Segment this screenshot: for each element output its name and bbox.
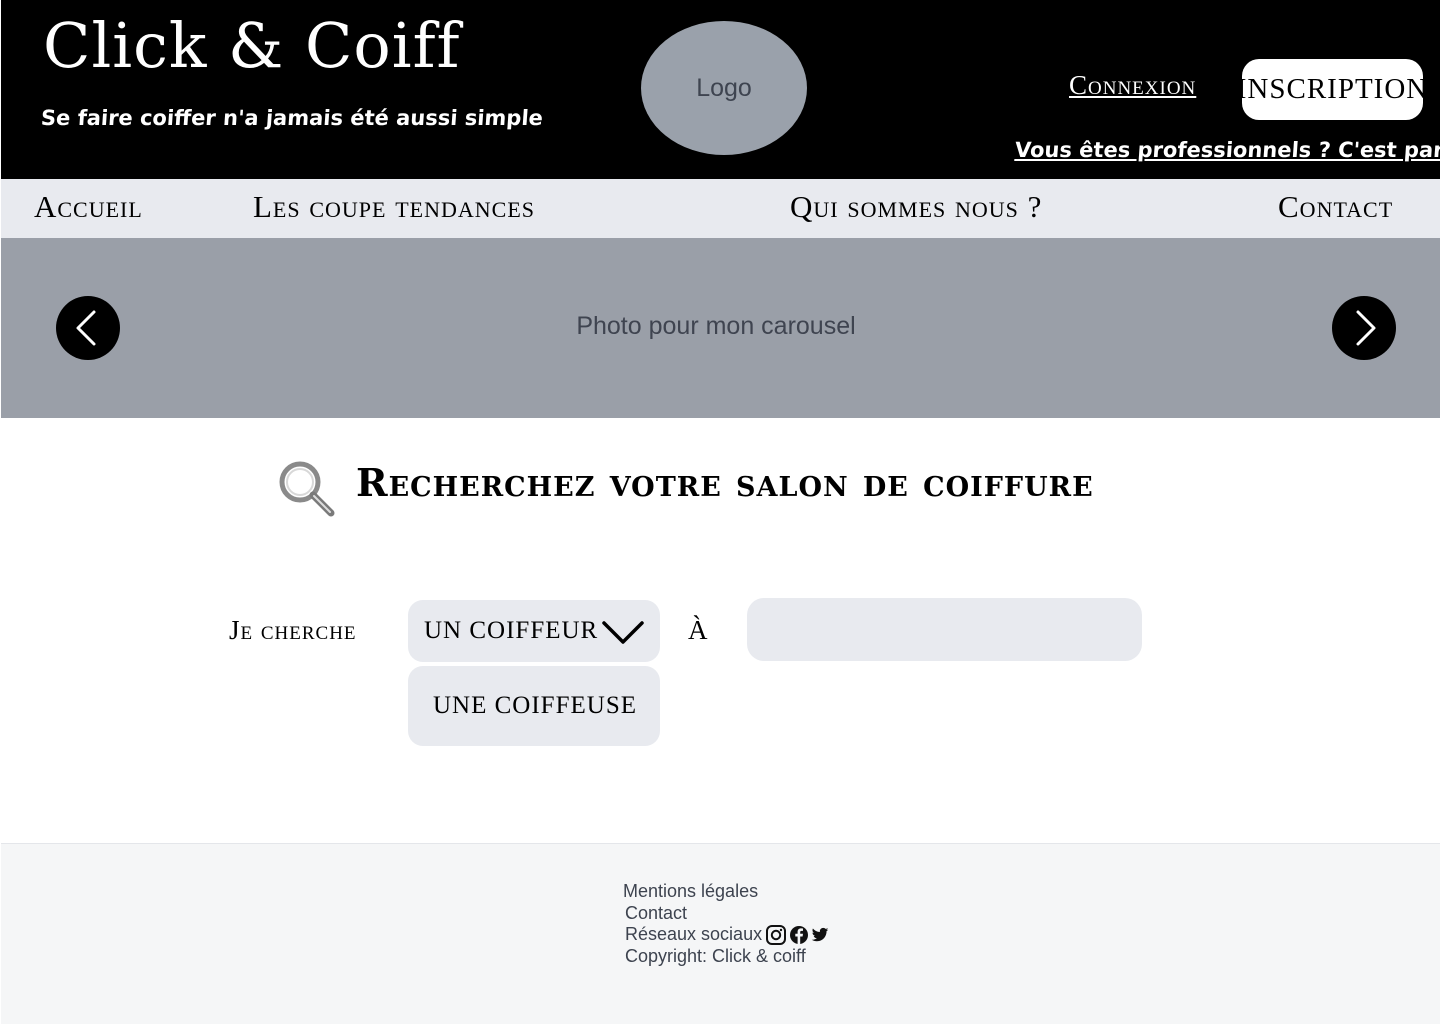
professional-type-select[interactable]: UN COIFFEUR (408, 600, 660, 662)
logo[interactable]: Logo (641, 21, 807, 155)
footer-mentions-link[interactable]: Mentions légales (623, 881, 758, 902)
inscription-button[interactable]: INSCRIPTION (1237, 59, 1427, 120)
select-option-coiffeuse[interactable]: UNE COIFFEUSE (408, 666, 660, 746)
nav-item-contact[interactable]: Contact (1278, 189, 1393, 225)
instagram-icon[interactable] (765, 924, 787, 946)
site-header: Click & Coiff Se faire coiffer n'a jamai… (1, 0, 1440, 179)
a-label: À (688, 615, 708, 645)
select-option-label: UNE COIFFEUSE (433, 692, 637, 719)
city-input[interactable] (747, 598, 1142, 661)
nav-item-qui-sommes-nous[interactable]: Qui sommes nous ? (790, 189, 1042, 225)
inscription-label: INSCRIPTION (1236, 73, 1429, 105)
select-value: UN COIFFEUR (424, 617, 599, 644)
je-cherche-label: Je cherche (229, 615, 357, 645)
site-footer: Mentions légales Contact Réseaux sociaux… (1, 843, 1440, 1024)
footer-copyright: Copyright: Click & coiff (625, 946, 806, 966)
carousel-next-button[interactable] (1332, 296, 1396, 360)
magnifier-icon (279, 461, 335, 517)
pro-link[interactable]: Vous êtes professionnels ? C'est par ici (1014, 138, 1440, 162)
footer-contact-link[interactable]: Contact (625, 903, 687, 924)
search-title: Recherchez votre salon de coiffure (356, 460, 1094, 505)
footer-social-label: Réseaux sociaux (625, 924, 763, 944)
nav-item-coupes-tendances[interactable]: Les coupe tendances (253, 189, 535, 225)
chevron-right-icon (1356, 310, 1376, 346)
twitter-icon[interactable] (811, 926, 829, 944)
chevron-down-icon[interactable] (601, 617, 645, 647)
facebook-icon[interactable] (789, 925, 809, 945)
logo-text: Logo (696, 73, 752, 102)
nav-item-accueil[interactable]: Accueil (34, 189, 143, 225)
carousel-placeholder: Photo pour mon carousel (576, 312, 856, 340)
main-nav: Accueil Les coupe tendances Qui sommes n… (1, 179, 1440, 238)
connexion-link[interactable]: Connexion (1069, 70, 1196, 101)
brand-title[interactable]: Click & Coiff (43, 10, 460, 82)
brand-tagline: Se faire coiffer n'a jamais été aussi si… (40, 106, 544, 130)
social-icons (765, 924, 829, 946)
carousel: Photo pour mon carousel (1, 238, 1440, 418)
